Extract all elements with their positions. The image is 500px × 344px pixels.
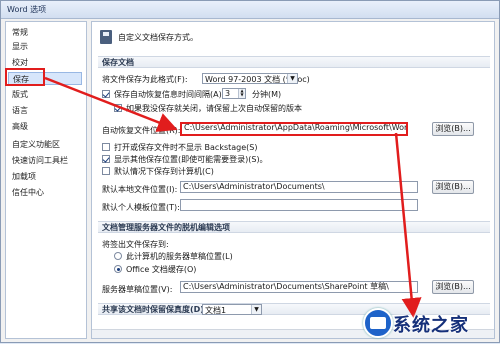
computer-logo-icon [363, 308, 393, 338]
annotation-arrows [44, 76, 422, 318]
arrow-to-bottom [394, 132, 422, 318]
watermark-text: 系统之家 [393, 315, 469, 336]
watermark-logo: 系统之家 [363, 306, 497, 340]
arrow-to-autorecover-path [44, 76, 178, 132]
word-options-window: Word 选项 常规 显示 校对 保存 版式 语言 高级 自定义功能区 快速访问… [0, 0, 500, 343]
